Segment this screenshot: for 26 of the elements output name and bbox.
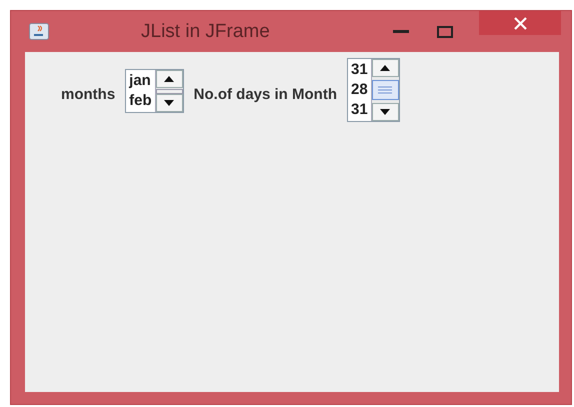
scroll-thumb[interactable] (372, 80, 399, 100)
down-arrow-icon (380, 109, 390, 115)
scroll-down-button[interactable] (372, 103, 399, 121)
list-item[interactable]: 28 (351, 80, 368, 100)
list-box[interactable]: 31 28 31 (347, 58, 400, 122)
maximize-icon (437, 26, 453, 38)
close-icon (514, 16, 526, 30)
list-box[interactable]: jan feb (125, 69, 184, 113)
list-item[interactable]: jan (129, 71, 152, 91)
up-arrow-icon (380, 65, 390, 71)
scrollbar[interactable] (154, 70, 183, 112)
close-button[interactable] (479, 11, 561, 35)
list-item[interactable]: 31 (351, 60, 368, 80)
list-item[interactable]: 31 (351, 100, 368, 120)
scroll-up-button[interactable] (372, 59, 399, 77)
scroll-thumb[interactable] (156, 88, 183, 94)
window-title: JList in JFrame (141, 20, 271, 42)
months-label: months (61, 86, 116, 103)
scroll-down-button[interactable] (156, 94, 183, 112)
minimize-icon (393, 30, 409, 34)
list-item[interactable]: feb (129, 91, 152, 111)
down-arrow-icon (164, 100, 174, 106)
scroll-up-button[interactable] (156, 70, 183, 88)
days-label: No.of days in Month (194, 86, 337, 103)
scrollbar[interactable] (370, 59, 399, 121)
up-arrow-icon (164, 76, 174, 82)
